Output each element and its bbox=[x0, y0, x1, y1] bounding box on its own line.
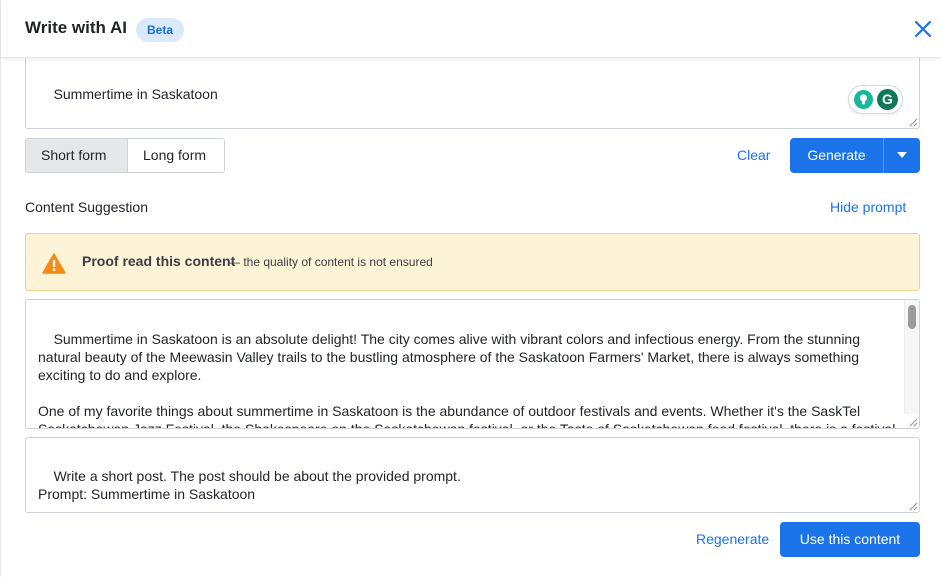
resize-grip-icon[interactable] bbox=[909, 502, 918, 511]
generate-button[interactable]: Generate bbox=[790, 138, 883, 173]
content-suggestion-label: Content Suggestion bbox=[25, 199, 148, 215]
grammarly-widget[interactable]: G bbox=[848, 85, 903, 114]
instructions-text: Write a short post. The post should be a… bbox=[38, 468, 461, 502]
beta-badge: Beta bbox=[136, 18, 185, 42]
regenerate-button[interactable]: Regenerate bbox=[696, 531, 769, 547]
proofread-warning: Proof read this content — the quality of… bbox=[25, 233, 920, 291]
resize-grip-icon[interactable] bbox=[909, 118, 918, 127]
close-icon[interactable] bbox=[909, 15, 937, 43]
warning-title: Proof read this content bbox=[82, 253, 236, 269]
instructions-textarea[interactable]: Write a short post. The post should be a… bbox=[25, 437, 920, 513]
lightbulb-icon[interactable] bbox=[854, 90, 873, 109]
content-suggestion-textarea[interactable]: Summertime in Saskatoon is an absolute d… bbox=[25, 299, 920, 429]
write-with-ai-modal: Write with AI Beta Summertime in Saskato… bbox=[0, 0, 941, 577]
short-form-option[interactable]: Short form bbox=[26, 139, 128, 172]
long-form-option[interactable]: Long form bbox=[128, 139, 224, 172]
clear-button[interactable]: Clear bbox=[737, 147, 770, 163]
resize-grip-icon[interactable] bbox=[909, 418, 918, 427]
scrollbar-thumb[interactable] bbox=[908, 305, 916, 329]
prompt-textarea[interactable]: Summertime in Saskatoon bbox=[25, 58, 920, 129]
chevron-down-icon bbox=[897, 152, 907, 158]
form-length-toggle: Short form Long form bbox=[25, 138, 225, 173]
prompt-value: Summertime in Saskatoon bbox=[53, 86, 218, 102]
generate-dropdown-button[interactable] bbox=[883, 138, 920, 173]
use-this-content-button[interactable]: Use this content bbox=[780, 522, 920, 557]
grammarly-logo-icon[interactable]: G bbox=[877, 89, 898, 110]
generate-split-button: Generate bbox=[790, 138, 920, 173]
content-suggestion-text: Summertime in Saskatoon is an absolute d… bbox=[38, 331, 896, 429]
content-scrollbar[interactable] bbox=[904, 300, 919, 414]
modal-title: Write with AI bbox=[25, 18, 127, 37]
warning-message: — the quality of content is not ensured bbox=[228, 255, 433, 269]
modal-header: Write with AI Beta bbox=[1, 0, 941, 58]
hide-prompt-link[interactable]: Hide prompt bbox=[830, 199, 906, 215]
warning-icon bbox=[42, 253, 66, 274]
